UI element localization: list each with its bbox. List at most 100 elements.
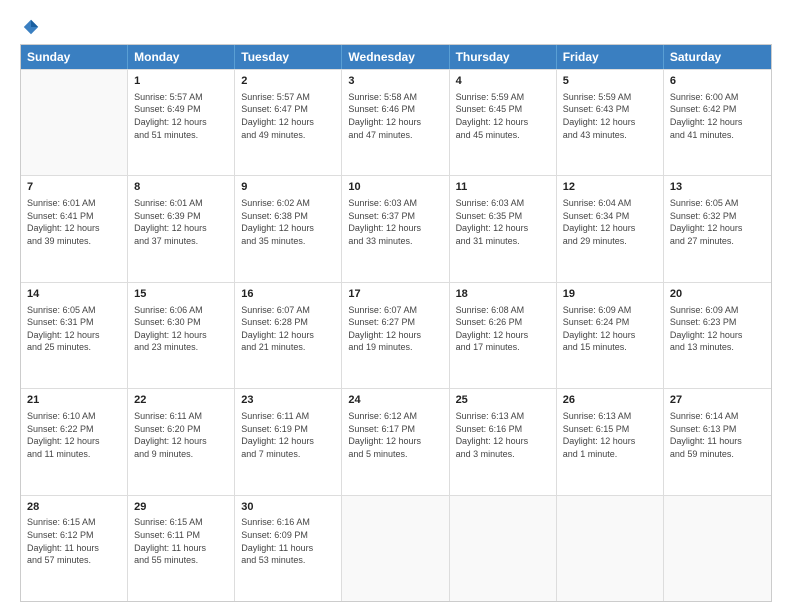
day-number: 17 (348, 287, 442, 302)
calendar-cell: 23 Sunrise: 6:11 AMSunset: 6:19 PMDayligh… (235, 389, 342, 494)
daylight-info: Sunrise: 6:14 AMSunset: 6:13 PMDaylight:… (670, 410, 765, 460)
calendar-cell: 28Sunrise: 6:15 AMSunset: 6:12 PMDayligh… (21, 496, 128, 601)
day-number: 23 (241, 393, 335, 408)
calendar-cell: 12 Sunrise: 6:04 AMSunset: 6:34 PMDayligh… (557, 176, 664, 281)
logo-icon (22, 18, 40, 36)
day-number: 8 (134, 180, 228, 195)
calendar-cell: 15 Sunrise: 6:06 AMSunset: 6:30 PMDayligh… (128, 283, 235, 388)
daylight-info: Sunrise: 6:05 AMSunset: 6:31 PMDaylight:… (27, 304, 121, 354)
header-day-thursday: Thursday (450, 45, 557, 69)
daylight-info: Sunrise: 6:15 AMSunset: 6:12 PMDaylight:… (27, 516, 121, 566)
header-day-saturday: Saturday (664, 45, 771, 69)
calendar-cell (557, 496, 664, 601)
header-day-monday: Monday (128, 45, 235, 69)
day-number: 14 (27, 287, 121, 302)
daylight-info: Sunrise: 6:12 AMSunset: 6:17 PMDaylight:… (348, 410, 442, 460)
calendar-cell: 7 Sunrise: 6:01 AMSunset: 6:41 PMDaylight… (21, 176, 128, 281)
day-number: 30 (241, 500, 335, 515)
day-number: 15 (134, 287, 228, 302)
calendar-cell: 1 Sunrise: 5:57 AMSunset: 6:49 PMDaylight… (128, 70, 235, 175)
day-number: 13 (670, 180, 765, 195)
calendar-header: SundayMondayTuesdayWednesdayThursdayFrid… (21, 45, 771, 69)
daylight-info: Sunrise: 6:15 AMSunset: 6:11 PMDaylight:… (134, 516, 228, 566)
day-number: 28 (27, 500, 121, 515)
daylight-info: Sunrise: 6:11 AMSunset: 6:19 PMDaylight:… (241, 410, 335, 460)
calendar-cell: 5 Sunrise: 5:59 AMSunset: 6:43 PMDaylight… (557, 70, 664, 175)
day-number: 22 (134, 393, 228, 408)
page: SundayMondayTuesdayWednesdayThursdayFrid… (0, 0, 792, 612)
calendar-cell: 10Sunrise: 6:03 AMSunset: 6:37 PMDayligh… (342, 176, 449, 281)
day-number: 5 (563, 74, 657, 89)
daylight-info: Sunrise: 6:01 AMSunset: 6:41 PMDaylight:… (27, 197, 121, 247)
header (20, 18, 772, 36)
daylight-info: Sunrise: 5:58 AMSunset: 6:46 PMDaylight:… (348, 91, 442, 141)
calendar-cell: 30Sunrise: 6:16 AMSunset: 6:09 PMDayligh… (235, 496, 342, 601)
daylight-info: Sunrise: 6:09 AMSunset: 6:23 PMDaylight:… (670, 304, 765, 354)
day-number: 12 (563, 180, 657, 195)
daylight-info: Sunrise: 6:06 AMSunset: 6:30 PMDaylight:… (134, 304, 228, 354)
calendar-cell: 21 Sunrise: 6:10 AMSunset: 6:22 PMDayligh… (21, 389, 128, 494)
day-number: 4 (456, 74, 550, 89)
day-number: 27 (670, 393, 765, 408)
calendar-row-3: 14 Sunrise: 6:05 AMSunset: 6:31 PMDayligh… (21, 282, 771, 388)
calendar-cell: 29Sunrise: 6:15 AMSunset: 6:11 PMDayligh… (128, 496, 235, 601)
calendar-cell: 8 Sunrise: 6:01 AMSunset: 6:39 PMDaylight… (128, 176, 235, 281)
calendar-cell: 4 Sunrise: 5:59 AMSunset: 6:45 PMDaylight… (450, 70, 557, 175)
day-number: 18 (456, 287, 550, 302)
calendar-cell: 9Sunrise: 6:02 AMSunset: 6:38 PMDaylight… (235, 176, 342, 281)
day-number: 24 (348, 393, 442, 408)
daylight-info: Sunrise: 6:03 AMSunset: 6:37 PMDaylight:… (348, 197, 442, 247)
daylight-info: Sunrise: 6:08 AMSunset: 6:26 PMDaylight:… (456, 304, 550, 354)
day-number: 21 (27, 393, 121, 408)
day-number: 2 (241, 74, 335, 89)
daylight-info: Sunrise: 6:13 AMSunset: 6:16 PMDaylight:… (456, 410, 550, 460)
calendar-cell: 18 Sunrise: 6:08 AMSunset: 6:26 PMDayligh… (450, 283, 557, 388)
calendar-cell: 22 Sunrise: 6:11 AMSunset: 6:20 PMDayligh… (128, 389, 235, 494)
calendar-cell: 3 Sunrise: 5:58 AMSunset: 6:46 PMDaylight… (342, 70, 449, 175)
daylight-info: Sunrise: 6:00 AMSunset: 6:42 PMDaylight:… (670, 91, 765, 141)
daylight-info: Sunrise: 6:10 AMSunset: 6:22 PMDaylight:… (27, 410, 121, 460)
calendar-row-1: 1 Sunrise: 5:57 AMSunset: 6:49 PMDaylight… (21, 69, 771, 175)
calendar-cell: 24 Sunrise: 6:12 AMSunset: 6:17 PMDayligh… (342, 389, 449, 494)
day-number: 11 (456, 180, 550, 195)
header-day-sunday: Sunday (21, 45, 128, 69)
calendar-row-5: 28Sunrise: 6:15 AMSunset: 6:12 PMDayligh… (21, 495, 771, 601)
day-number: 29 (134, 500, 228, 515)
calendar-cell (664, 496, 771, 601)
calendar-cell: 13 Sunrise: 6:05 AMSunset: 6:32 PMDayligh… (664, 176, 771, 281)
daylight-info: Sunrise: 5:57 AMSunset: 6:47 PMDaylight:… (241, 91, 335, 141)
daylight-info: Sunrise: 6:11 AMSunset: 6:20 PMDaylight:… (134, 410, 228, 460)
calendar-row-2: 7 Sunrise: 6:01 AMSunset: 6:41 PMDaylight… (21, 175, 771, 281)
day-number: 7 (27, 180, 121, 195)
day-number: 25 (456, 393, 550, 408)
day-number: 1 (134, 74, 228, 89)
daylight-info: Sunrise: 5:59 AMSunset: 6:45 PMDaylight:… (456, 91, 550, 141)
day-number: 20 (670, 287, 765, 302)
day-number: 19 (563, 287, 657, 302)
calendar-cell: 16 Sunrise: 6:07 AMSunset: 6:28 PMDayligh… (235, 283, 342, 388)
daylight-info: Sunrise: 6:03 AMSunset: 6:35 PMDaylight:… (456, 197, 550, 247)
calendar-cell: 11 Sunrise: 6:03 AMSunset: 6:35 PMDayligh… (450, 176, 557, 281)
daylight-info: Sunrise: 6:16 AMSunset: 6:09 PMDaylight:… (241, 516, 335, 566)
header-day-friday: Friday (557, 45, 664, 69)
calendar: SundayMondayTuesdayWednesdayThursdayFrid… (20, 44, 772, 602)
daylight-info: Sunrise: 6:07 AMSunset: 6:28 PMDaylight:… (241, 304, 335, 354)
header-day-tuesday: Tuesday (235, 45, 342, 69)
calendar-cell: 26Sunrise: 6:13 AMSunset: 6:15 PMDayligh… (557, 389, 664, 494)
daylight-info: Sunrise: 5:59 AMSunset: 6:43 PMDaylight:… (563, 91, 657, 141)
daylight-info: Sunrise: 6:05 AMSunset: 6:32 PMDaylight:… (670, 197, 765, 247)
daylight-info: Sunrise: 5:57 AMSunset: 6:49 PMDaylight:… (134, 91, 228, 141)
day-number: 16 (241, 287, 335, 302)
daylight-info: Sunrise: 6:04 AMSunset: 6:34 PMDaylight:… (563, 197, 657, 247)
calendar-cell (21, 70, 128, 175)
daylight-info: Sunrise: 6:09 AMSunset: 6:24 PMDaylight:… (563, 304, 657, 354)
daylight-info: Sunrise: 6:01 AMSunset: 6:39 PMDaylight:… (134, 197, 228, 247)
calendar-cell: 27 Sunrise: 6:14 AMSunset: 6:13 PMDayligh… (664, 389, 771, 494)
day-number: 9 (241, 180, 335, 195)
calendar-cell: 6 Sunrise: 6:00 AMSunset: 6:42 PMDaylight… (664, 70, 771, 175)
day-number: 3 (348, 74, 442, 89)
calendar-cell: 2 Sunrise: 5:57 AMSunset: 6:47 PMDaylight… (235, 70, 342, 175)
daylight-info: Sunrise: 6:07 AMSunset: 6:27 PMDaylight:… (348, 304, 442, 354)
day-number: 6 (670, 74, 765, 89)
calendar-body: 1 Sunrise: 5:57 AMSunset: 6:49 PMDaylight… (21, 69, 771, 601)
